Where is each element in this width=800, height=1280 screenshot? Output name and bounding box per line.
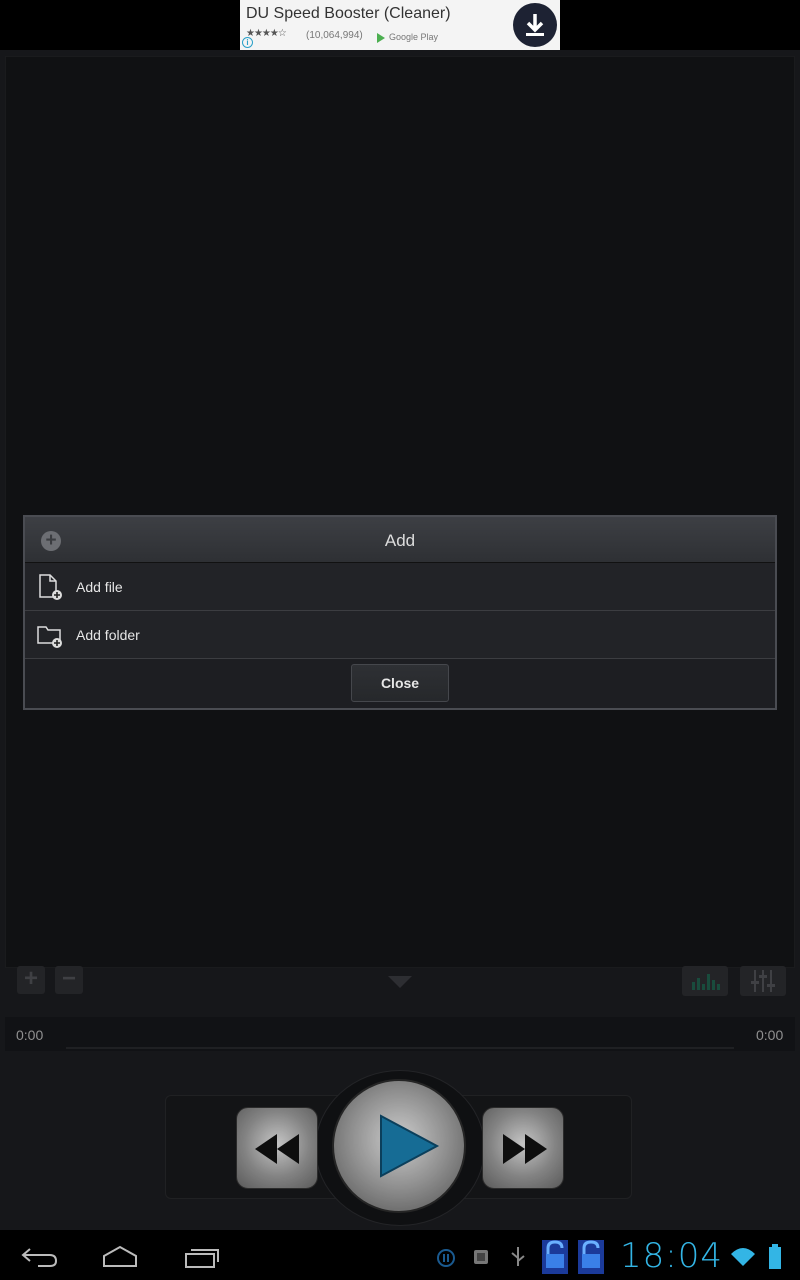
ad-rating-stars: ★★★★☆: [246, 28, 287, 39]
menu-item-label: Add folder: [76, 627, 140, 643]
add-dialog: + Add Add file Add folder Close: [23, 515, 777, 710]
back-icon[interactable]: [20, 1244, 60, 1270]
dialog-header: + Add: [25, 517, 775, 563]
download-icon: [526, 14, 544, 36]
menu-item-add-file[interactable]: Add file: [25, 563, 775, 611]
ad-banner[interactable]: DU Speed Booster (Cleaner) ★★★★☆ (10,064…: [240, 0, 560, 50]
recent-apps-icon[interactable]: [182, 1244, 222, 1270]
dialog-title: Add: [384, 531, 416, 550]
lock-icon: [542, 1240, 568, 1274]
download-button[interactable]: [513, 3, 557, 47]
status-clock: 18:04: [620, 1236, 723, 1276]
folder-add-icon: [37, 626, 62, 648]
system-bar: 18:04: [0, 1232, 800, 1280]
wifi-icon: [731, 1248, 755, 1266]
menu-item-label: Add file: [76, 579, 123, 595]
ad-store-text: Google Play: [389, 32, 439, 42]
google-play-icon: [377, 32, 385, 43]
close-button[interactable]: Close: [351, 664, 449, 702]
usb-icon: [511, 1247, 525, 1266]
home-icon[interactable]: [100, 1244, 140, 1270]
menu-item-add-folder[interactable]: Add folder: [25, 611, 775, 659]
battery-icon: [769, 1244, 781, 1269]
dialog-footer: Close: [25, 659, 775, 708]
file-add-icon: [39, 574, 62, 600]
ad-rating-count: (10,064,994): [306, 30, 363, 41]
android-debug-icon: [474, 1250, 488, 1264]
ad-title[interactable]: DU Speed Booster (Cleaner): [246, 5, 451, 23]
lock-icon: [578, 1240, 604, 1274]
pause-notification-icon: [437, 1249, 455, 1267]
ad-info-icon[interactable]: i: [242, 37, 253, 48]
ad-store-label: Google Play: [377, 32, 438, 43]
